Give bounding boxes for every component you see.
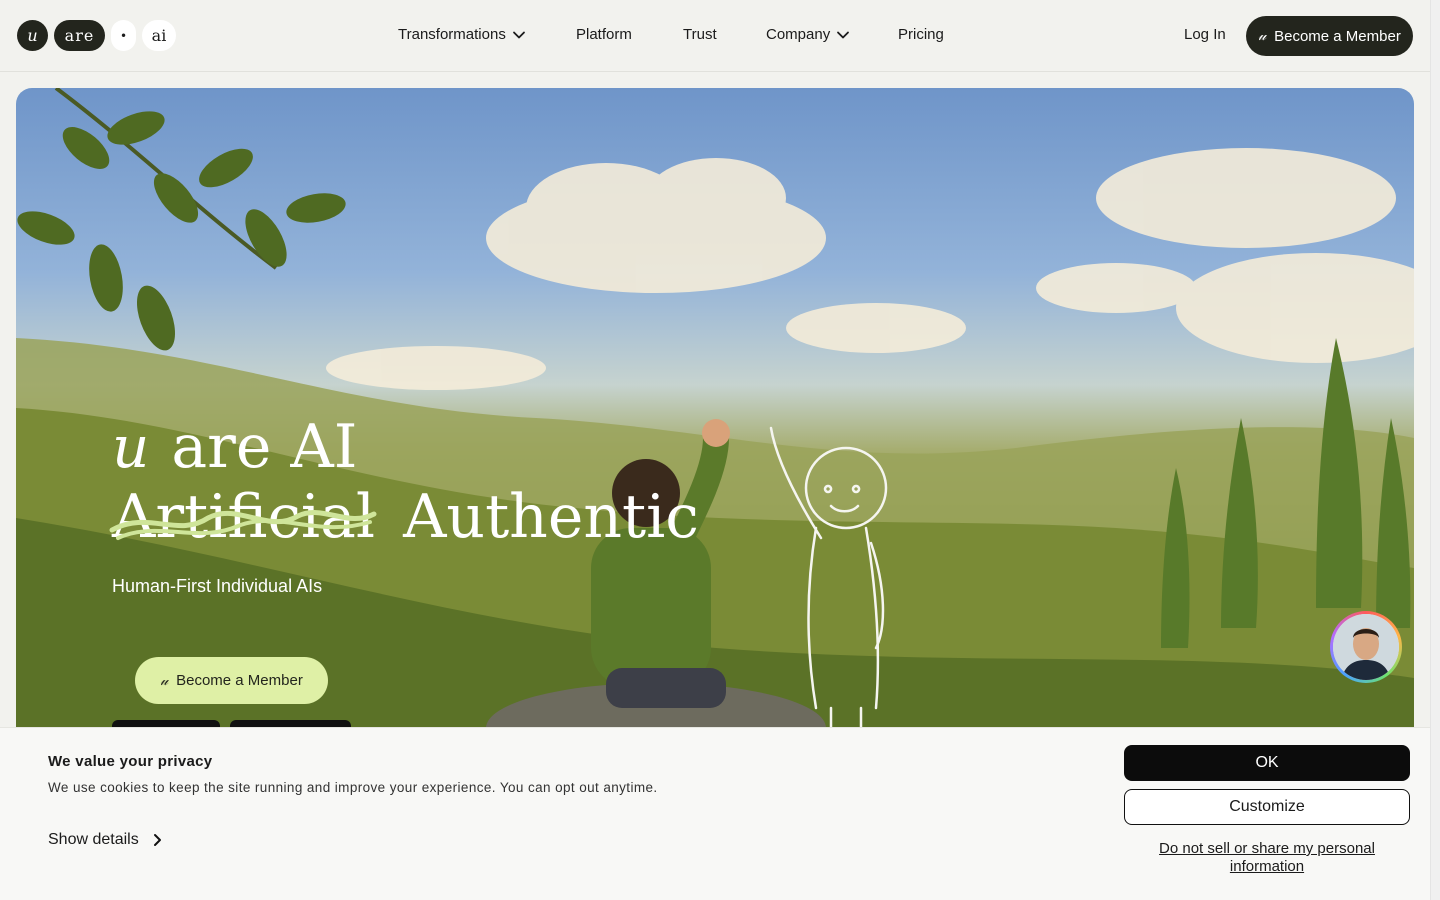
nav-trust[interactable]: Trust	[683, 26, 717, 43]
nav-platform[interactable]: Platform	[576, 26, 632, 43]
nav-pricing[interactable]: Pricing	[898, 26, 944, 43]
hero-heading: u are AI Artificial Authentic	[109, 412, 699, 552]
nav-company[interactable]: Company	[766, 26, 850, 43]
assistant-avatar-button[interactable]	[1330, 611, 1402, 683]
chevron-right-icon	[153, 834, 161, 846]
chevron-down-icon	[837, 31, 850, 38]
replacement-word: Authentic	[403, 482, 699, 552]
nav-platform-label: Platform	[576, 26, 632, 43]
avatar	[1333, 614, 1399, 680]
cookie-ok-button[interactable]: OK	[1124, 745, 1410, 781]
hero-cta-label: Become a Member	[176, 672, 303, 689]
show-details-toggle[interactable]: Show details	[48, 831, 163, 849]
site-header: u are • ai Transformations Platform Trus…	[0, 0, 1430, 72]
scribble-strike	[109, 510, 377, 540]
hero-become-member-button[interactable]: 𝓊 Become a Member	[135, 657, 328, 704]
nav-pricing-label: Pricing	[898, 26, 944, 43]
nav-transformations[interactable]: Transformations	[398, 26, 526, 43]
cookie-title: We value your privacy	[48, 753, 213, 770]
cookie-description: We use cookies to keep the site running …	[48, 780, 658, 795]
u-mark-icon: 𝓊	[160, 672, 169, 689]
cookie-customize-button[interactable]: Customize	[1124, 789, 1410, 825]
page-scrollbar[interactable]	[1430, 0, 1440, 900]
avatar-portrait	[1333, 614, 1399, 680]
nav-transformations-label: Transformations	[398, 26, 506, 43]
hero-subtitle: Human-First Individual AIs	[112, 576, 323, 596]
chevron-down-icon	[512, 31, 525, 38]
struck-word: Artificial	[109, 482, 377, 552]
hero-title-line1: are AI	[171, 412, 358, 482]
nav-trust-label: Trust	[683, 26, 717, 43]
show-details-label: Show details	[48, 831, 139, 848]
hero-banner: u are AI Artificial Authentic Human-First…	[16, 88, 1414, 748]
do-not-sell-link[interactable]: Do not sell or share my personal informa…	[1124, 840, 1410, 876]
cookie-banner: We value your privacy We use cookies to …	[0, 727, 1430, 900]
hero-u-mark: u	[112, 413, 150, 481]
become-member-button[interactable]: 𝓊 Become a Member	[1246, 16, 1413, 56]
nav-company-label: Company	[766, 26, 831, 43]
u-mark-icon: 𝓊	[1258, 28, 1267, 44]
become-member-label: Become a Member	[1274, 27, 1401, 45]
login-link[interactable]: Log In	[1184, 26, 1226, 43]
